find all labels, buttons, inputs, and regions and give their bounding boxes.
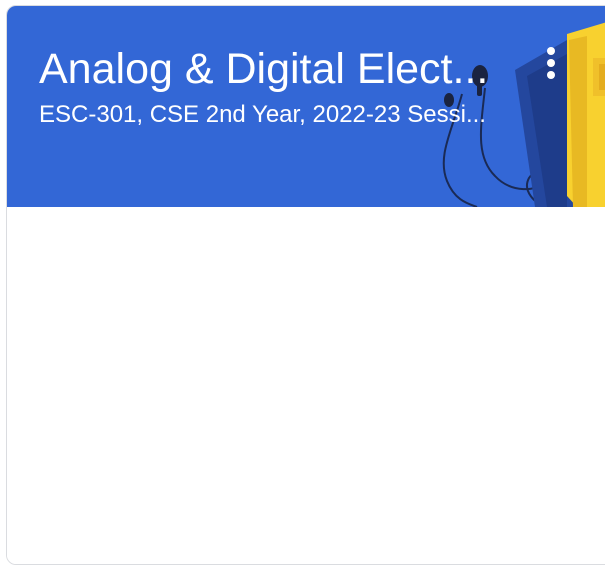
class-card-body [7,207,605,564]
class-card[interactable]: Analog & Digital Elect... ESC-301, CSE 2… [6,5,605,565]
more-vert-icon [547,47,555,79]
class-banner[interactable]: Analog & Digital Elect... ESC-301, CSE 2… [7,6,605,207]
more-options-button[interactable] [531,42,571,86]
class-title[interactable]: Analog & Digital Elect... [39,44,499,94]
class-subtitle: ESC-301, CSE 2nd Year, 2022-23 Sessi... [39,101,486,128]
